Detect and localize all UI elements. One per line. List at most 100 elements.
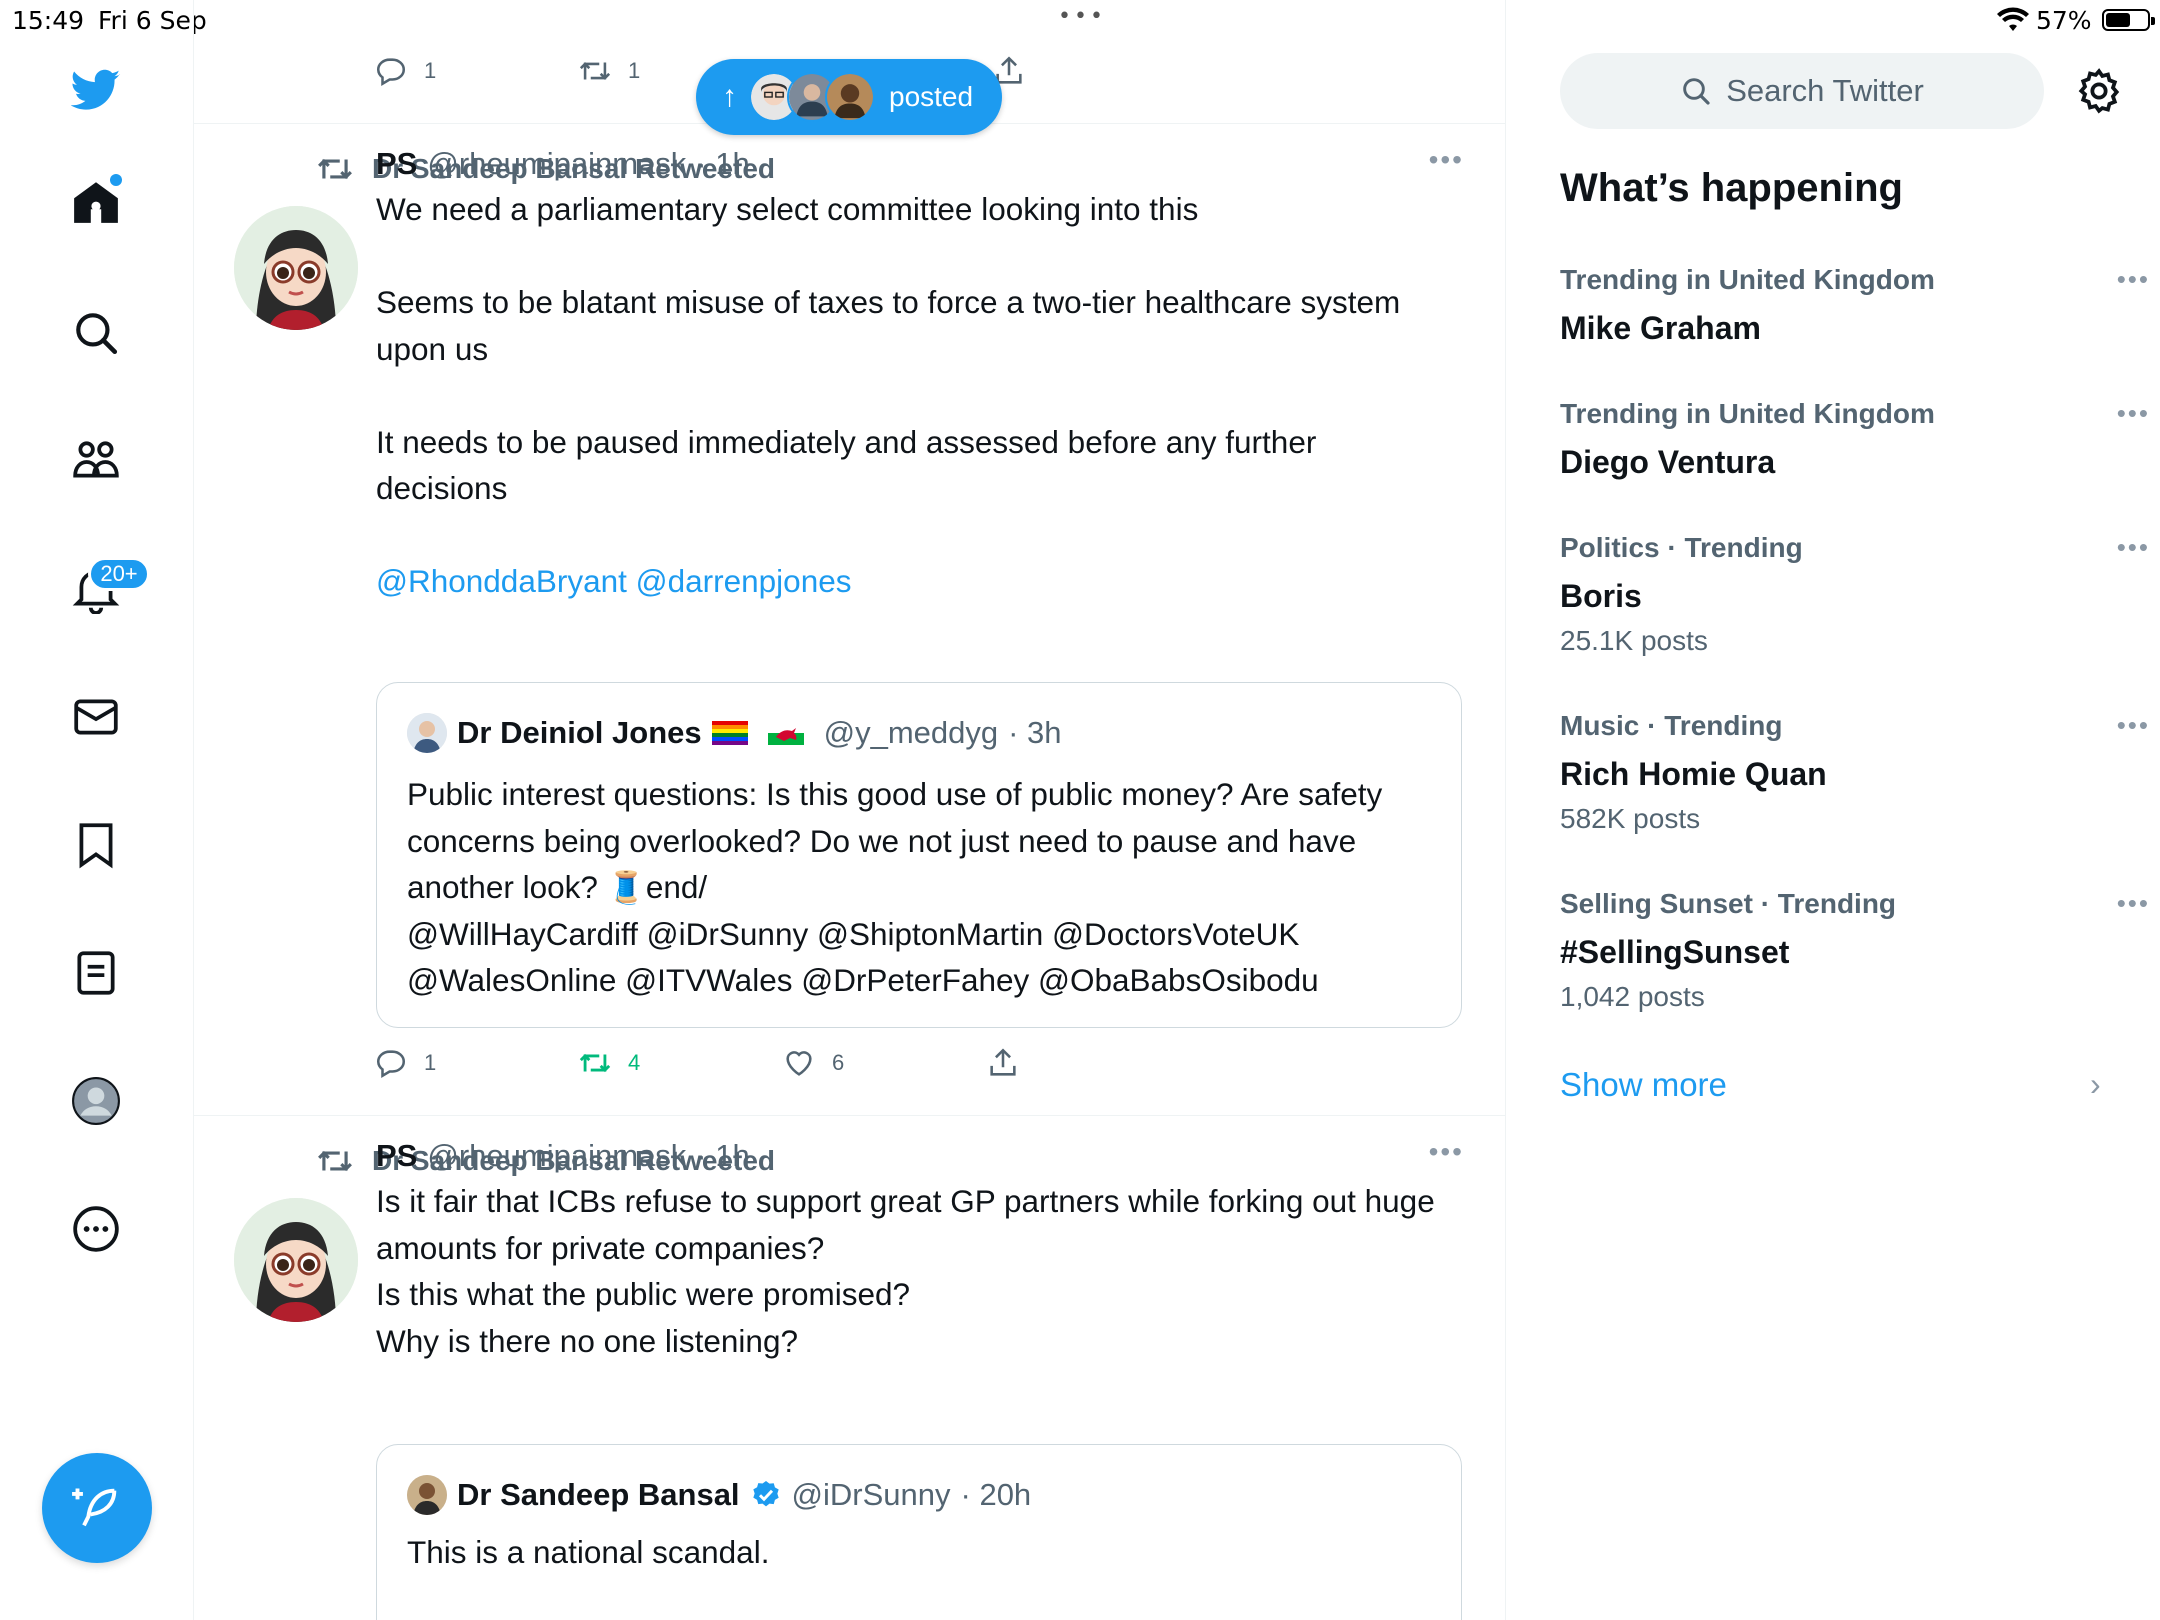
search-placeholder: Search Twitter	[1726, 73, 1924, 108]
trend-topic: Rich Homie Quan	[1560, 756, 1827, 792]
quoted-author-avatar	[407, 1475, 447, 1515]
tweet-text: Is it fair that ICBs refuse to support g…	[376, 1183, 1435, 1359]
author-avatar[interactable]	[234, 206, 358, 330]
trend-post-count: 25.1K posts	[1560, 625, 1708, 656]
reply-button[interactable]: 1	[374, 1046, 436, 1080]
trend-context: Politics · Trending	[1560, 532, 1803, 563]
new-posts-label: posted	[889, 81, 974, 112]
trend-more-icon[interactable]: •••	[2117, 710, 2150, 741]
more-options-icon[interactable]	[56, 1189, 136, 1269]
communities-icon[interactable]	[56, 421, 136, 501]
rainbow-flag-icon	[711, 721, 748, 745]
tweet-more-icon[interactable]: •••	[1429, 144, 1464, 176]
tweet-time[interactable]: · 1h	[696, 146, 749, 182]
reply-button[interactable]: 1	[374, 54, 436, 88]
like-button[interactable]: 6	[782, 1046, 844, 1080]
trend-item[interactable]: Selling Sunset · Trending #SellingSunset…	[1560, 888, 2148, 1013]
search-input[interactable]: Search Twitter	[1560, 53, 2044, 129]
trend-context: Selling Sunset · Trending	[1560, 888, 1897, 919]
compose-tweet-button[interactable]	[42, 1453, 152, 1563]
like-count: 6	[832, 1050, 845, 1075]
quoted-text-b: @WillHayCardiff @iDrSunny @ShiptonMartin…	[407, 915, 1319, 999]
share-icon	[990, 1048, 1016, 1076]
trend-more-icon[interactable]: •••	[2117, 888, 2150, 919]
heart-icon	[786, 1051, 812, 1076]
chevron-right-icon[interactable]: ›	[2090, 1066, 2101, 1103]
share-button[interactable]	[986, 1046, 1020, 1080]
author-name[interactable]: PS	[376, 146, 417, 182]
retweet-button[interactable]: 4	[578, 1046, 640, 1080]
arrow-up-icon: ↑	[722, 80, 737, 113]
trend-more-icon[interactable]: •••	[2117, 264, 2150, 295]
retweet-button[interactable]: 1	[578, 54, 640, 88]
retweet-icon	[318, 158, 352, 180]
author-avatar[interactable]	[234, 1198, 358, 1322]
quoted-author-name: Dr Sandeep Bansal	[457, 1477, 740, 1512]
lists-icon[interactable]	[56, 933, 136, 1013]
trend-topic: #SellingSunset	[1560, 934, 1790, 970]
verified-badge-icon	[752, 1481, 779, 1507]
tweet-more-icon[interactable]: •••	[1429, 1136, 1464, 1168]
quoted-tweet[interactable]: Dr Sandeep Bansal @iDrSunny · 20h This i…	[376, 1444, 1462, 1620]
settings-gear-icon[interactable]	[2074, 66, 2124, 116]
tweet[interactable]: Dr Sandeep Bansal Retweeted PS @rheumipa…	[194, 124, 1506, 1116]
tweet-header: PS @rheumipainmask · 1h	[376, 1138, 750, 1174]
author-name[interactable]: PS	[376, 1138, 417, 1174]
retweet-count: 1	[628, 58, 641, 83]
trend-topic: Mike Graham	[1560, 310, 1761, 346]
author-handle[interactable]: @rheumipainmask	[427, 1138, 686, 1174]
quoted-author-handle: @iDrSunny	[791, 1477, 951, 1512]
trend-post-count: 582K posts	[1560, 803, 1701, 834]
retweet-icon	[318, 1150, 352, 1172]
new-content-dot	[110, 174, 122, 186]
tweet-header: PS @rheumipainmask · 1h	[376, 146, 750, 182]
bookmarks-icon[interactable]	[56, 805, 136, 885]
retweet-count: 4	[628, 1050, 641, 1075]
tweet[interactable]: Dr Sandeep Bansal Retweeted PS @rheumipa…	[194, 1116, 1506, 1620]
trend-topic: Boris	[1560, 578, 1642, 614]
quoted-tweet-header: Dr Deiniol Jones @y_meddyg · 3h	[407, 713, 1062, 753]
tweet-time[interactable]: · 1h	[696, 1138, 749, 1174]
show-more-link[interactable]: Show more	[1560, 1066, 1727, 1104]
trend-item[interactable]: Politics · Trending Boris 25.1K posts ••…	[1560, 532, 2148, 657]
tweet-text-content: We need a parliamentary select committee…	[376, 191, 1401, 506]
quoted-tweet-header: Dr Sandeep Bansal @iDrSunny · 20h	[407, 1475, 1031, 1515]
pill-avatar-3	[825, 72, 875, 122]
trend-item[interactable]: Trending in United Kingdom Mike Graham •…	[1560, 264, 2148, 347]
trend-context: Trending in United Kingdom	[1560, 264, 1935, 295]
reply-icon	[376, 1050, 405, 1079]
twitter-logo-icon[interactable]	[56, 50, 136, 130]
messages-mail-icon[interactable]	[56, 677, 136, 757]
home-icon[interactable]	[56, 162, 136, 242]
quoted-author-handle: @y_meddyg	[823, 715, 999, 750]
notifications-badge: 20+	[88, 557, 150, 591]
trend-item[interactable]: Music · Trending Rich Homie Quan 582K po…	[1560, 710, 2148, 835]
author-handle[interactable]: @rheumipainmask	[427, 146, 686, 182]
wales-flag-icon	[767, 721, 804, 745]
tweet-mentions[interactable]: @RhonddaBryant @darrenpjones	[376, 563, 851, 599]
trend-item[interactable]: Trending in United Kingdom Diego Ventura…	[1560, 398, 2148, 481]
quoted-tweet-time: · 20h	[960, 1477, 1032, 1512]
reply-count: 1	[424, 58, 437, 83]
explore-search-icon[interactable]	[56, 293, 136, 373]
quoted-tweet-text: This is a national scandal.	[407, 1534, 770, 1570]
quoted-tweet-time: · 3h	[1008, 715, 1062, 750]
quoted-author-avatar	[407, 713, 447, 753]
trend-more-icon[interactable]: •••	[2117, 398, 2150, 429]
trend-more-icon[interactable]: •••	[2117, 532, 2150, 563]
trend-context: Music · Trending	[1560, 710, 1783, 741]
quoted-tweet-text: Public interest questions: Is this good …	[407, 771, 1447, 1004]
quoted-tweet[interactable]: Dr Deiniol Jones @y_meddyg · 3h Public i…	[376, 682, 1462, 1028]
whats-happening-title: What’s happening	[1560, 166, 1903, 210]
timeline: 1 1 ↑ posted Dr Sandeep Bansal Retweeted…	[194, 0, 1506, 1620]
reply-count: 1	[424, 1050, 437, 1075]
retweet-icon	[579, 62, 611, 80]
right-sidebar: Search Twitter What’s happening Trending…	[1506, 0, 2160, 1620]
trend-topic: Diego Ventura	[1560, 444, 1776, 480]
profile-avatar-icon[interactable]	[56, 1061, 136, 1141]
tweet-text: We need a parliamentary select committee…	[376, 186, 1456, 605]
trend-context: Trending in United Kingdom	[1560, 398, 1935, 429]
trend-post-count: 1,042 posts	[1560, 981, 1705, 1012]
search-icon	[1683, 78, 1710, 105]
reply-icon	[376, 58, 405, 87]
